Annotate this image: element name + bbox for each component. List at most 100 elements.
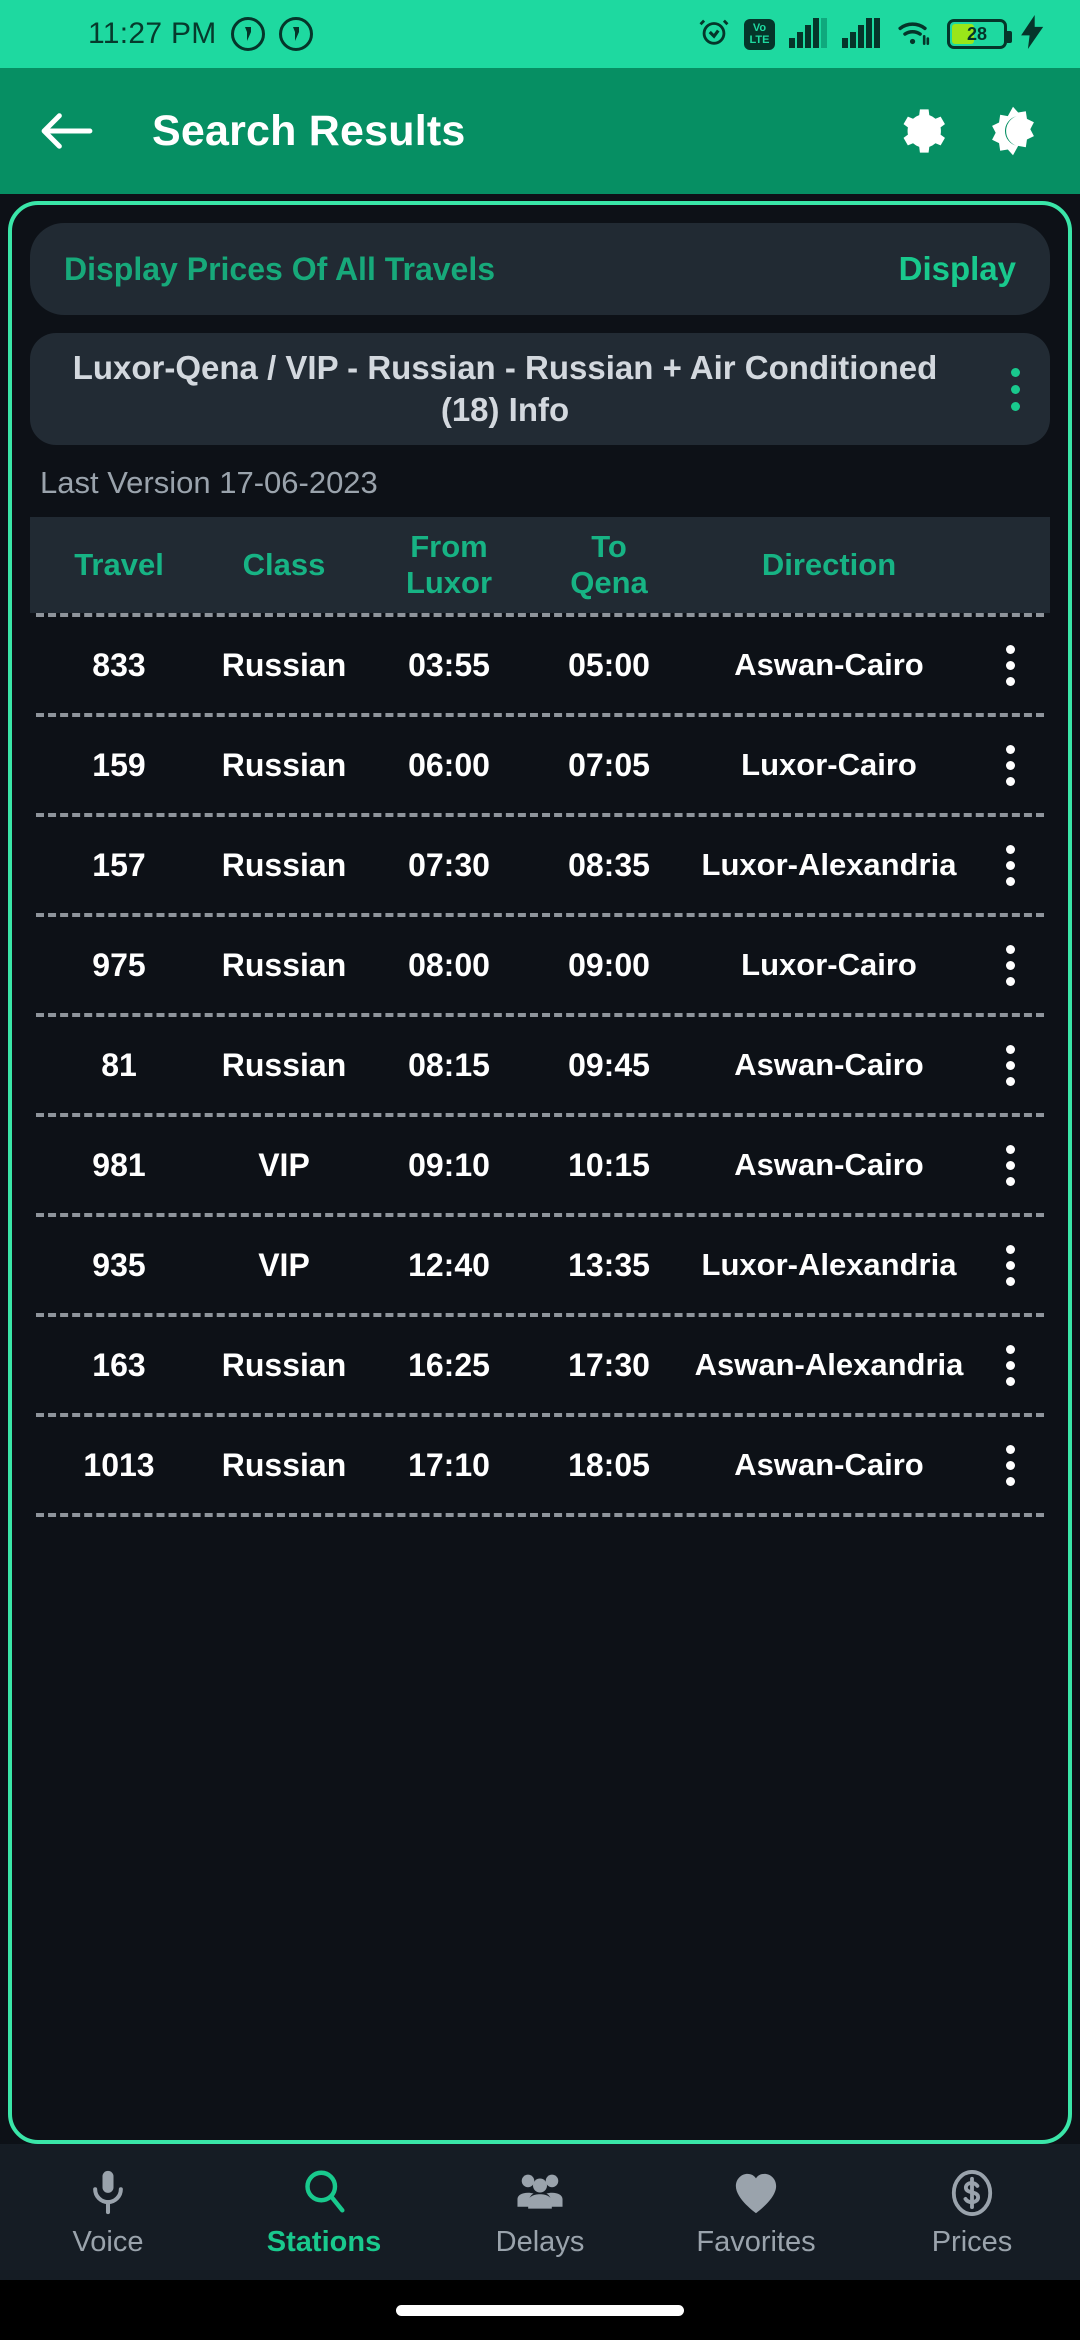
table-body: 833 Russian 03:55 05:00 Aswan-Cairo 159 Russia… xyxy=(30,613,1050,1517)
column-header-from: From Luxor xyxy=(364,529,534,601)
cell-to: 09:00 xyxy=(568,947,650,983)
cell-from: 09:10 xyxy=(408,1147,490,1183)
signal-bars-icon-1 xyxy=(788,16,828,53)
cell-from: 16:25 xyxy=(408,1347,490,1383)
cell-to: 17:30 xyxy=(568,1347,650,1383)
row-divider xyxy=(36,613,1044,617)
display-prices-button[interactable]: Display xyxy=(899,250,1016,288)
row-menu-button[interactable] xyxy=(974,944,1046,986)
charging-bolt-icon xyxy=(1020,14,1046,54)
row-menu-button[interactable] xyxy=(974,644,1046,686)
row-menu-button[interactable] xyxy=(974,1244,1046,1286)
cell-travel: 981 xyxy=(92,1147,146,1183)
more-vertical-icon[interactable] xyxy=(1005,944,1015,986)
cell-to: 13:35 xyxy=(568,1247,650,1283)
microphone-icon xyxy=(86,2166,130,2216)
more-vertical-icon[interactable] xyxy=(1005,1144,1015,1186)
status-bar-left: 11:27 PM xyxy=(88,17,313,51)
nav-item-prices[interactable]: Prices xyxy=(864,2166,1080,2259)
bottom-navigation: Voice Stations Delays Favorites Prices xyxy=(0,2144,1080,2280)
wifi-icon xyxy=(894,16,934,53)
more-vertical-icon[interactable] xyxy=(1005,844,1015,886)
more-vertical-icon[interactable] xyxy=(1005,1244,1015,1286)
search-icon xyxy=(302,2166,346,2216)
cell-travel: 159 xyxy=(92,747,146,783)
more-vertical-icon[interactable] xyxy=(1005,1444,1015,1486)
dark-mode-icon[interactable] xyxy=(984,102,1042,160)
route-info-line2: (18) Info xyxy=(440,391,570,428)
back-arrow-icon[interactable] xyxy=(38,102,96,160)
row-divider xyxy=(36,713,1044,717)
nav-item-label: Prices xyxy=(931,2225,1013,2258)
column-header-travel: Travel xyxy=(74,547,164,582)
route-info-card[interactable]: Luxor-Qena / VIP - Russian - Russian + A… xyxy=(30,333,1050,445)
row-menu-button[interactable] xyxy=(974,1144,1046,1186)
gear-icon[interactable] xyxy=(892,102,950,160)
cell-travel: 833 xyxy=(92,647,146,683)
more-vertical-icon[interactable] xyxy=(1005,644,1015,686)
alarm-icon xyxy=(697,15,731,54)
table-row[interactable]: 833 Russian 03:55 05:00 Aswan-Cairo xyxy=(30,617,1050,713)
nav-item-stations[interactable]: Stations xyxy=(216,2166,432,2259)
cell-to: 09:45 xyxy=(568,1047,650,1083)
cell-from: 06:00 xyxy=(408,747,490,783)
volte-icon: Vo LTE xyxy=(744,18,775,50)
table-row[interactable]: 975 Russian 08:00 09:00 Luxor-Cairo xyxy=(30,917,1050,1013)
people-icon xyxy=(516,2166,564,2216)
nav-item-label: Favorites xyxy=(696,2225,816,2258)
table-row[interactable]: 157 Russian 07:30 08:35 Luxor-Alexandria xyxy=(30,817,1050,913)
signal-bars-icon-2 xyxy=(841,16,881,53)
status-bar-right: Vo LTE 28 xyxy=(697,14,1046,54)
more-vertical-icon[interactable] xyxy=(1005,744,1015,786)
column-header-direction: Direction xyxy=(761,547,897,582)
content-area: Display Prices Of All Travels Display Lu… xyxy=(0,194,1080,2144)
home-indicator[interactable] xyxy=(396,2304,684,2316)
cell-class: Russian xyxy=(221,1047,347,1083)
row-menu-button[interactable] xyxy=(974,1344,1046,1386)
cell-travel: 935 xyxy=(92,1247,146,1283)
display-prices-card[interactable]: Display Prices Of All Travels Display xyxy=(30,223,1050,315)
cell-from: 07:30 xyxy=(408,847,490,883)
nav-item-delays[interactable]: Delays xyxy=(432,2166,648,2259)
nav-item-label: Voice xyxy=(72,2225,144,2258)
nav-item-label: Stations xyxy=(266,2225,382,2258)
status-bar: 11:27 PM Vo LTE 28 xyxy=(0,0,1080,68)
cell-class: Russian xyxy=(221,747,347,783)
table-row[interactable]: 159 Russian 06:00 07:05 Luxor-Cairo xyxy=(30,717,1050,813)
table-row[interactable]: 935 VIP 12:40 13:35 Luxor-Alexandria xyxy=(30,1217,1050,1313)
row-menu-button[interactable] xyxy=(974,1044,1046,1086)
display-prices-label: Display Prices Of All Travels xyxy=(64,250,496,287)
table-row[interactable]: 81 Russian 08:15 09:45 Aswan-Cairo xyxy=(30,1017,1050,1113)
cell-from: 08:15 xyxy=(408,1047,490,1083)
app-bar: Search Results xyxy=(0,68,1080,194)
nav-item-voice[interactable]: Voice xyxy=(0,2166,216,2259)
more-vertical-icon[interactable] xyxy=(998,367,1032,411)
cell-from: 12:40 xyxy=(408,1247,490,1283)
volte-top-text: Vo xyxy=(752,22,767,34)
row-menu-button[interactable] xyxy=(974,1444,1046,1486)
cell-class: VIP xyxy=(258,1247,310,1283)
row-menu-button[interactable] xyxy=(974,744,1046,786)
cell-travel: 163 xyxy=(92,1347,146,1383)
table-row[interactable]: 981 VIP 09:10 10:15 Aswan-Cairo xyxy=(30,1117,1050,1213)
more-vertical-icon[interactable] xyxy=(1005,1044,1015,1086)
nav-item-favorites[interactable]: Favorites xyxy=(648,2166,864,2259)
table-row[interactable]: 163 Russian 16:25 17:30 Aswan-Alexandria xyxy=(30,1317,1050,1413)
column-header-to: To Qena xyxy=(534,529,684,601)
more-vertical-icon[interactable] xyxy=(1005,1344,1015,1386)
row-divider xyxy=(36,1113,1044,1117)
cell-to: 07:05 xyxy=(568,747,650,783)
cell-travel: 975 xyxy=(92,947,146,983)
table-row[interactable]: 1013 Russian 17:10 18:05 Aswan-Cairo xyxy=(30,1417,1050,1513)
cell-class: Russian xyxy=(221,647,347,683)
gesture-bar xyxy=(0,2280,1080,2340)
cell-direction: Aswan-Alexandria xyxy=(694,1347,964,1382)
column-header-class: Class xyxy=(242,547,326,582)
cell-to: 05:00 xyxy=(568,647,650,683)
cell-class: Russian xyxy=(221,847,347,883)
row-divider xyxy=(36,1313,1044,1317)
route-info-line1: Luxor-Qena / VIP - Russian - Russian + A… xyxy=(72,349,938,386)
row-menu-button[interactable] xyxy=(974,844,1046,886)
cell-to: 08:35 xyxy=(568,847,650,883)
cell-direction: Luxor-Cairo xyxy=(741,747,917,782)
